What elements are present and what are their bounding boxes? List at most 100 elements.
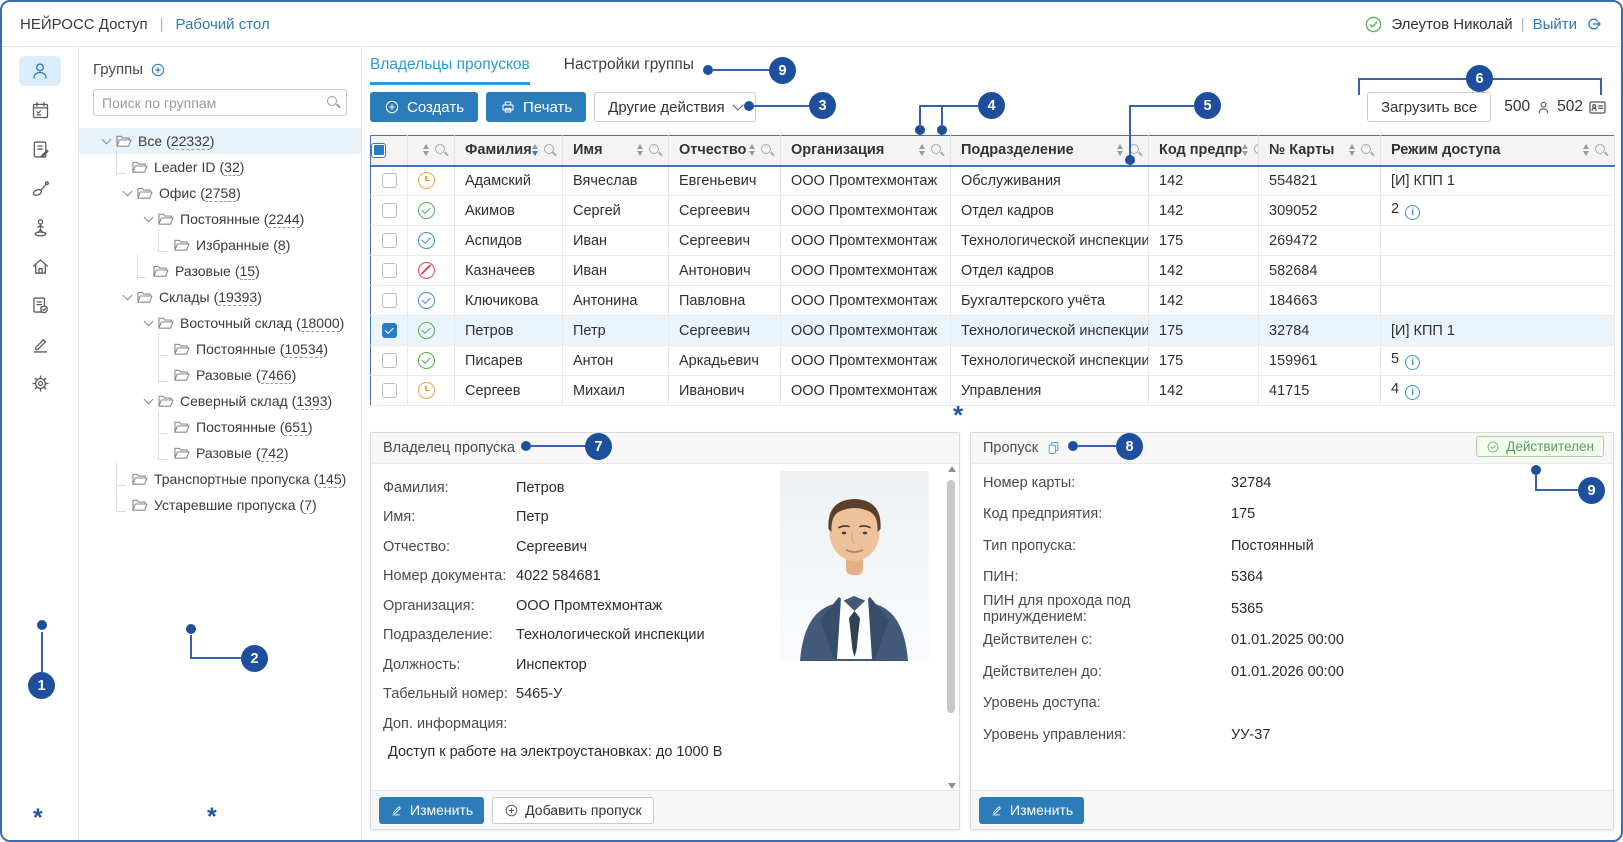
tree-item-count[interactable]: 7466 — [256, 367, 297, 383]
owner-panel-scrollbar[interactable] — [946, 466, 957, 789]
chevron-down-icon[interactable] — [141, 212, 156, 227]
info-icon[interactable]: i — [1405, 385, 1420, 400]
column-header[interactable]: Организация — [781, 136, 951, 166]
desktop-link[interactable]: Рабочий стол — [176, 16, 270, 33]
row-checkbox[interactable] — [382, 173, 397, 188]
tree-item-count[interactable]: 19393 — [214, 289, 262, 305]
rail-item-user[interactable] — [19, 56, 61, 86]
rail-item-journal[interactable] — [19, 134, 61, 164]
edit-owner-button[interactable]: Изменить — [379, 797, 484, 824]
scroll-down-arrow[interactable] — [948, 783, 956, 789]
tree-item-count[interactable]: 8 — [273, 237, 290, 253]
search-icon[interactable] — [327, 96, 340, 109]
column-search-icon[interactable] — [1595, 144, 1608, 157]
tree-item[interactable]: Постоянные 10534 — [93, 336, 347, 362]
copy-icon[interactable] — [1046, 440, 1061, 456]
chevron-down-icon[interactable] — [120, 290, 135, 305]
row-checkbox[interactable] — [382, 353, 397, 368]
tree-item[interactable]: Избранные 8 — [93, 232, 347, 258]
tree-item-count[interactable]: 651 — [280, 419, 313, 435]
column-header[interactable]: № Карты — [1259, 136, 1381, 166]
sort-icon[interactable] — [1117, 144, 1123, 156]
column-search-icon[interactable] — [931, 144, 944, 157]
column-header[interactable]: Код предпр — [1149, 136, 1259, 166]
tree-item-count[interactable]: 10534 — [280, 341, 328, 357]
tree-item-count[interactable]: 18000 — [296, 315, 344, 331]
tree-item[interactable]: Leader ID 32 — [93, 154, 347, 180]
column-header[interactable]: Режим доступа — [1381, 136, 1615, 166]
table-row[interactable]: Акимов Сергей Сергеевич ООО Промтехмонта… — [371, 196, 1615, 226]
tree-item-count[interactable]: 2758 — [200, 185, 241, 201]
tree-item[interactable]: Восточный склад 18000 — [93, 310, 347, 336]
column-search-icon[interactable] — [1254, 144, 1258, 157]
row-checkbox[interactable] — [382, 263, 397, 278]
tree-item[interactable]: Постоянные 2244 — [93, 206, 347, 232]
sort-icon[interactable] — [919, 144, 925, 156]
rail-item-schedule[interactable] — [19, 95, 61, 125]
tab-pass-owners[interactable]: Владельцы пропусков — [370, 56, 530, 85]
sort-icon[interactable] — [532, 144, 538, 156]
logout-icon[interactable] — [1585, 15, 1603, 33]
tree-item[interactable]: Разовые 7466 — [93, 362, 347, 388]
row-checkbox[interactable] — [382, 323, 397, 338]
sort-icon[interactable] — [1349, 144, 1355, 156]
row-checkbox[interactable] — [382, 203, 397, 218]
table-row[interactable]: Петров Петр Сергеевич ООО Промтехмонтаж … — [371, 316, 1615, 346]
sort-icon[interactable] — [1583, 144, 1589, 156]
table-row[interactable]: Адамский Вячеслав Евгеньевич ООО Промтех… — [371, 166, 1615, 196]
tree-item[interactable]: Транспортные пропуска 145 — [93, 466, 347, 492]
tree-item[interactable]: Постоянные 651 — [93, 414, 347, 440]
rail-item-document-check[interactable] — [19, 290, 61, 320]
tree-item-count[interactable]: 145 — [314, 471, 347, 487]
print-button[interactable]: Печать — [486, 92, 586, 122]
tree-item[interactable]: Разовые 742 — [93, 440, 347, 466]
create-button[interactable]: Создать — [370, 92, 478, 122]
tree-item-count[interactable]: 1393 — [292, 393, 333, 409]
column-header[interactable]: Имя — [563, 136, 669, 166]
sort-icon[interactable] — [749, 144, 755, 156]
table-row[interactable]: Сергеев Михаил Иванович ООО Промтехмонта… — [371, 376, 1615, 406]
rail-item-signature[interactable] — [19, 329, 61, 359]
status-column-header[interactable] — [408, 136, 455, 166]
table-row[interactable]: Казначеев Иван Антонович ООО Промтехмонт… — [371, 256, 1615, 286]
rail-item-inspection[interactable] — [19, 173, 61, 203]
rail-item-settings[interactable] — [19, 368, 61, 398]
row-checkbox[interactable] — [382, 293, 397, 308]
edit-pass-button[interactable]: Изменить — [979, 797, 1084, 824]
column-search-icon[interactable] — [435, 144, 448, 157]
column-search-icon[interactable] — [544, 144, 557, 157]
table-row[interactable]: Писарев Антон Аркадьевич ООО Промтехмонт… — [371, 346, 1615, 376]
column-header[interactable]: Отчество — [669, 136, 781, 166]
tree-item-count[interactable]: 2244 — [264, 211, 305, 227]
chevron-down-icon[interactable] — [141, 316, 156, 331]
row-checkbox[interactable] — [382, 383, 397, 398]
column-search-icon[interactable] — [649, 144, 662, 157]
table-row[interactable]: Аспидов Иван Сергеевич ООО Промтехмонтаж… — [371, 226, 1615, 256]
tree-item[interactable]: Северный склад 1393 — [93, 388, 347, 414]
tree-item[interactable]: Офис 2758 — [93, 180, 347, 206]
tree-item[interactable]: Разовые 15 — [93, 258, 347, 284]
logout-link[interactable]: Выйти — [1533, 16, 1577, 33]
tree-item[interactable]: Склады 19393 — [93, 284, 347, 310]
tree-item[interactable]: Устаревшие пропуска 7 — [93, 492, 347, 518]
scrollbar-thumb[interactable] — [947, 480, 955, 713]
sort-icon[interactable] — [423, 144, 429, 156]
table-row[interactable]: Ключикова Антонина Павловна ООО Промтехм… — [371, 286, 1615, 316]
add-group-icon[interactable] — [150, 62, 166, 78]
column-search-icon[interactable] — [1361, 144, 1374, 157]
info-icon[interactable]: i — [1405, 205, 1420, 220]
info-icon[interactable]: i — [1405, 355, 1420, 370]
load-all-button[interactable]: Загрузить все — [1367, 92, 1491, 122]
chevron-down-icon[interactable] — [120, 186, 135, 201]
tree-item-count[interactable]: 22332 — [166, 133, 214, 149]
scroll-up-arrow[interactable] — [948, 466, 956, 472]
chevron-down-icon[interactable] — [141, 394, 156, 409]
chevron-down-icon[interactable] — [99, 134, 114, 149]
rail-item-presence[interactable] — [19, 212, 61, 242]
column-header[interactable]: Фамилия — [455, 136, 563, 166]
tree-item-count[interactable]: 15 — [235, 263, 260, 279]
tree-item-count[interactable]: 7 — [300, 497, 317, 513]
row-checkbox[interactable] — [382, 233, 397, 248]
select-all-checkbox[interactable] — [371, 143, 386, 158]
column-search-icon[interactable] — [761, 144, 774, 157]
